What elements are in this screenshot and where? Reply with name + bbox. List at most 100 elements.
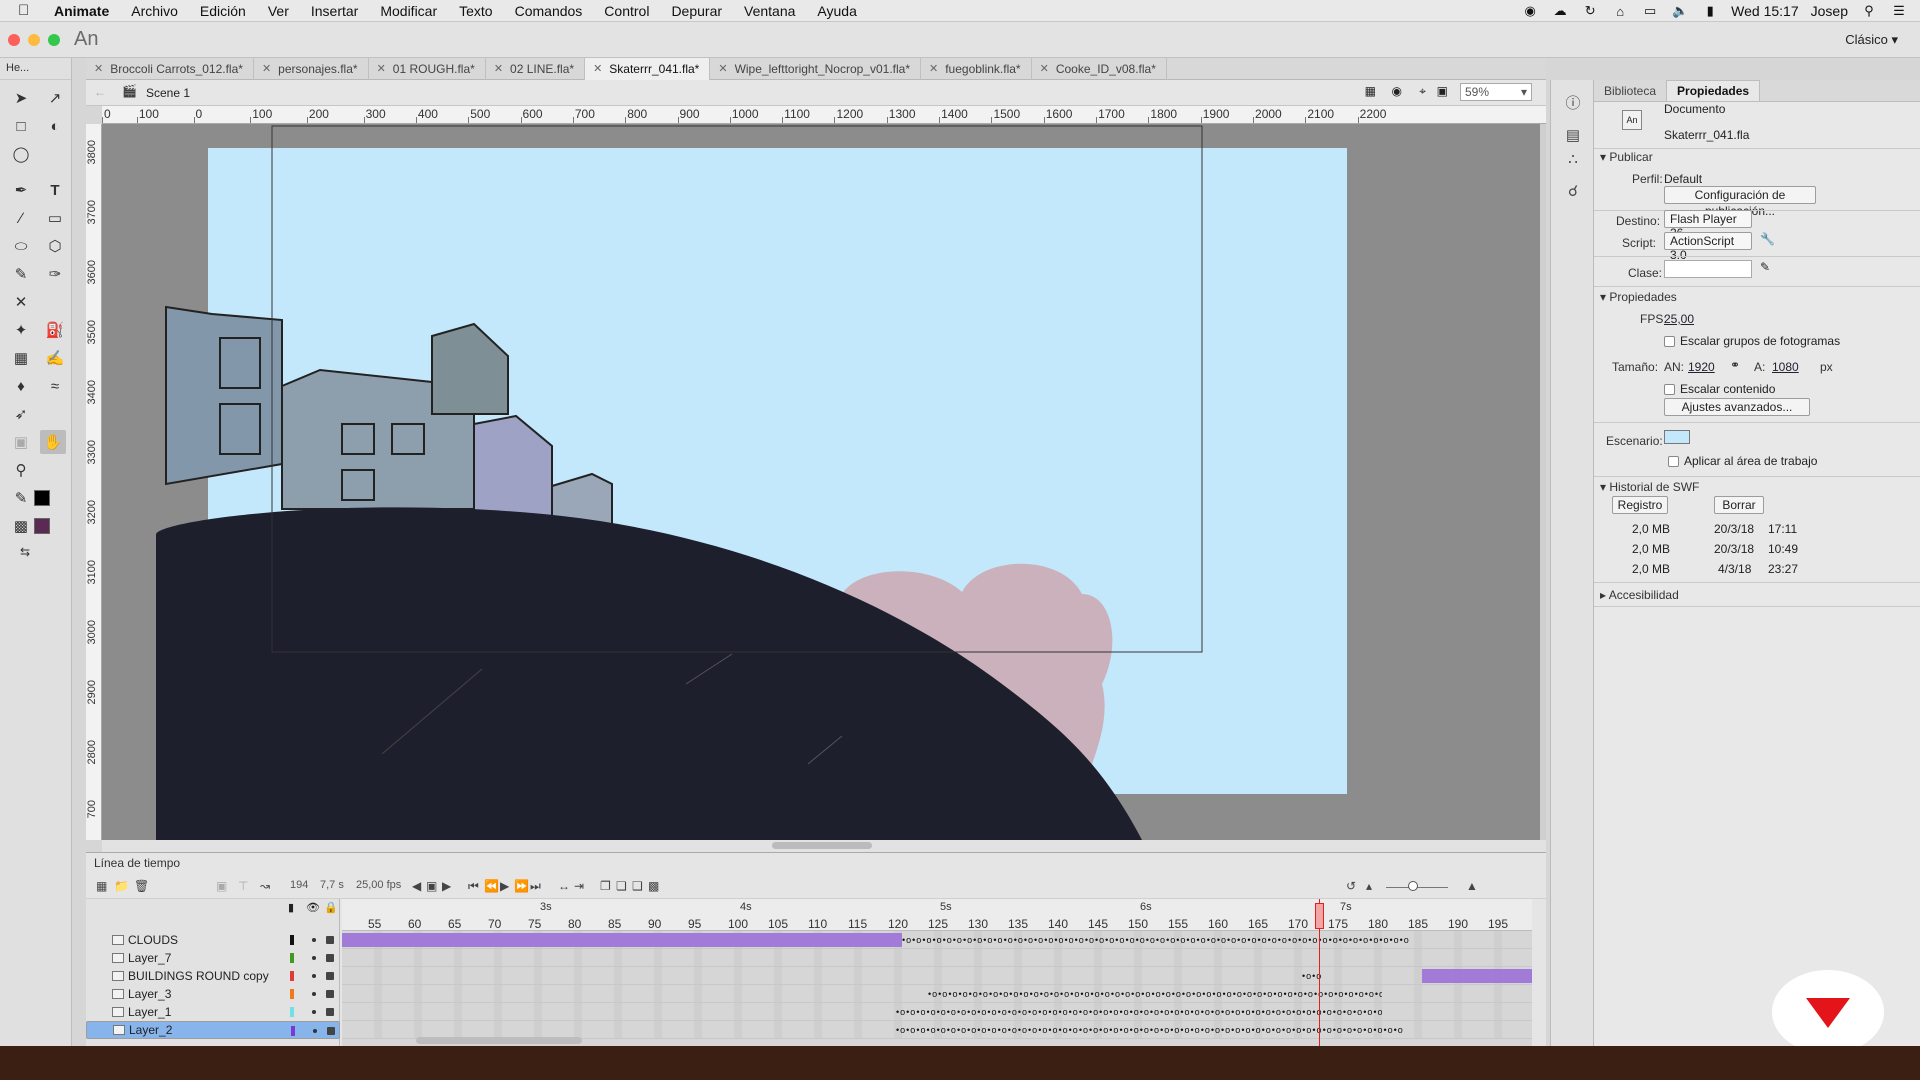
zoom-tool-icon[interactable]: ⚲ bbox=[8, 458, 34, 482]
volume-icon[interactable]: 🔈 bbox=[1671, 3, 1689, 18]
brush-tool-icon[interactable]: ✑ bbox=[42, 262, 68, 286]
fill-color-swatch[interactable] bbox=[34, 518, 50, 534]
back-arrow-icon[interactable]: ← bbox=[94, 85, 106, 99]
next-keyframe-icon[interactable]: ▶ bbox=[442, 879, 451, 893]
tab-properties[interactable]: Propiedades bbox=[1666, 80, 1761, 101]
tween-span[interactable] bbox=[342, 933, 902, 947]
oval-tool-icon[interactable]: ⬭ bbox=[8, 234, 34, 258]
frame-row[interactable]: •o•o•o•o•o•o•o•o•o•o•o•o•o•o•o•o•o•o•o•o… bbox=[342, 985, 1532, 1003]
close-tab-icon[interactable]: ✕ bbox=[94, 62, 103, 75]
visibility-dot[interactable] bbox=[312, 974, 316, 978]
modify-markers-icon[interactable]: ▩ bbox=[648, 879, 659, 893]
lock-icon[interactable] bbox=[326, 990, 334, 998]
cc-libraries-icon[interactable]: ☌ bbox=[1564, 182, 1582, 200]
menu-archivo[interactable]: Archivo bbox=[131, 3, 178, 19]
menu-modificar[interactable]: Modificar bbox=[380, 3, 437, 19]
3d-rotation-tool-icon[interactable]: ◐ bbox=[42, 114, 68, 138]
camera-tool-icon[interactable]: ▣ bbox=[8, 430, 34, 454]
lock-icon[interactable] bbox=[326, 1008, 334, 1016]
wifi-icon[interactable]: ⌂ bbox=[1611, 4, 1629, 19]
layer-name[interactable]: Layer_7 bbox=[128, 951, 171, 965]
close-tab-icon[interactable]: ✕ bbox=[494, 62, 503, 75]
doc-tab[interactable]: ✕ 02 LINE.fla* bbox=[486, 57, 586, 80]
creative-cloud-icon[interactable]: ☁ bbox=[1551, 3, 1569, 18]
motion-presets-icon[interactable]: ∴ bbox=[1564, 150, 1582, 168]
keyframes[interactable]: •o•o•o•o•o•o•o•o•o•o•o•o•o•o•o•o•o•o•o•o… bbox=[902, 936, 1532, 944]
pencil-tool-icon[interactable]: ✎ bbox=[8, 262, 34, 286]
eyedropper-tool-icon[interactable]: ✍ bbox=[42, 346, 68, 370]
keyframes[interactable]: •o•o•o•o•o•o•o•o•o•o•o•o•o•o•o•o•o•o•o•o… bbox=[896, 1026, 1452, 1034]
lasso-tool-icon[interactable]: ◯ bbox=[8, 142, 34, 166]
paint-bucket-tool-icon[interactable]: ⛽ bbox=[42, 318, 68, 342]
visibility-dot[interactable] bbox=[312, 956, 316, 960]
step-forward-icon[interactable]: ⏩ bbox=[514, 879, 529, 893]
polystar-tool-icon[interactable]: ⬡ bbox=[42, 234, 68, 258]
close-tab-icon[interactable]: ✕ bbox=[377, 62, 386, 75]
publish-settings-button[interactable]: Configuración de publicación... bbox=[1664, 186, 1816, 218]
step-back-icon[interactable]: ⏪ bbox=[484, 879, 499, 893]
apple-icon[interactable]:  bbox=[18, 2, 40, 19]
current-frame[interactable]: 194 bbox=[290, 879, 308, 891]
doc-tab-active[interactable]: ✕ Skaterrr_041.fla* bbox=[585, 57, 711, 80]
paint-brush-tool-icon[interactable]: ✕ bbox=[8, 290, 34, 314]
layer-row[interactable]: BUILDINGS ROUND copy bbox=[86, 967, 340, 985]
record-icon[interactable]: ◉ bbox=[1521, 3, 1539, 18]
pen-tool-icon[interactable]: ✒ bbox=[8, 178, 34, 202]
timeline-scrollbar[interactable] bbox=[416, 1037, 582, 1044]
layer-color-swatch[interactable] bbox=[290, 1007, 294, 1017]
delete-layer-icon[interactable]: 🗑 bbox=[134, 879, 149, 893]
link-icon[interactable]: ⚭ bbox=[1730, 358, 1740, 372]
frame-row[interactable]: •o•o•o•o•o•o•o•o•o•o•o•o•o•o•o•o•o•o•o•o… bbox=[342, 1003, 1532, 1021]
user-name[interactable]: Josep bbox=[1811, 3, 1848, 19]
scale-frames-checkbox[interactable] bbox=[1664, 336, 1675, 347]
keyframes[interactable]: •o•o•o•o•o•o•o•o•o•o•o•o•o•o•o•o•o•o•o•o… bbox=[928, 990, 1382, 998]
sync-icon[interactable]: ↻ bbox=[1581, 3, 1599, 18]
pasteboard[interactable] bbox=[102, 124, 1546, 840]
stroke-color-icon[interactable]: ✎ bbox=[8, 486, 34, 510]
menu-app[interactable]: Animate bbox=[54, 3, 109, 19]
align-icon[interactable]: ▤ bbox=[1564, 126, 1582, 144]
stage-horizontal-scrollbar[interactable] bbox=[102, 840, 1546, 852]
close-tab-icon[interactable]: ✕ bbox=[718, 62, 727, 75]
timeline-zoom-handle[interactable] bbox=[1408, 881, 1418, 891]
doc-tab[interactable]: ✕ Wipe_lefttoright_Nocrop_v01.fla* bbox=[710, 57, 921, 80]
publish-section[interactable]: ▾ Publicar bbox=[1600, 150, 1653, 164]
frame-rate[interactable]: 25,00 fps bbox=[356, 879, 401, 891]
doc-tab[interactable]: ✕ Cooke_ID_v08.fla* bbox=[1032, 57, 1167, 80]
stage-color-swatch[interactable] bbox=[1664, 430, 1690, 444]
script-select[interactable]: ActionScript 3.0 bbox=[1664, 232, 1752, 262]
layer-row[interactable]: Layer_3 bbox=[86, 985, 340, 1003]
log-button[interactable]: Registro bbox=[1612, 496, 1668, 514]
play-icon[interactable]: ▶ bbox=[500, 879, 509, 893]
width-value[interactable]: 1920 bbox=[1688, 360, 1715, 374]
battery-icon[interactable]: ▮ bbox=[1701, 3, 1719, 18]
doc-tab[interactable]: ✕ 01 ROUGH.fla* bbox=[369, 57, 486, 80]
visibility-dot[interactable] bbox=[312, 1010, 316, 1014]
layer-name[interactable]: Layer_1 bbox=[128, 1005, 171, 1019]
apply-work-area-checkbox[interactable] bbox=[1668, 456, 1679, 467]
layer-row[interactable]: CLOUDS bbox=[86, 931, 340, 949]
lock-icon[interactable] bbox=[326, 936, 334, 944]
playhead-handle[interactable] bbox=[1315, 903, 1324, 929]
frame-row[interactable] bbox=[342, 949, 1532, 967]
go-to-first-frame-icon[interactable]: ⏮ bbox=[468, 879, 479, 894]
menu-comandos[interactable]: Comandos bbox=[515, 3, 583, 19]
zoom-window-button[interactable] bbox=[48, 34, 60, 46]
close-tab-icon[interactable]: ✕ bbox=[593, 62, 602, 75]
class-input[interactable] bbox=[1664, 260, 1752, 278]
center-frame-icon[interactable]: ⇥ bbox=[574, 879, 584, 893]
snap-icon[interactable]: ⌖ bbox=[1419, 84, 1426, 99]
wrench-icon[interactable]: 🔧 bbox=[1760, 232, 1775, 246]
doc-tab[interactable]: ✕ personajes.fla* bbox=[254, 57, 369, 80]
camera-layer-icon[interactable]: ▣ bbox=[216, 879, 227, 893]
playhead[interactable] bbox=[1315, 899, 1324, 1047]
layer-row[interactable]: Layer_2 bbox=[86, 1021, 340, 1039]
rectangle-tool-icon[interactable]: ▭ bbox=[42, 206, 68, 230]
keyframes[interactable]: •o•o•o•o•o•o•o•o•o•o•o•o•o•o•o•o•o•o•o•o… bbox=[896, 1008, 1382, 1016]
layer-color-swatch[interactable] bbox=[290, 953, 294, 963]
layer-name[interactable]: Layer_2 bbox=[129, 1023, 172, 1037]
menu-ayuda[interactable]: Ayuda bbox=[817, 3, 856, 19]
layer-name[interactable]: CLOUDS bbox=[128, 933, 178, 947]
onion-skin-icon[interactable]: ❐ bbox=[600, 879, 611, 893]
fps-value[interactable]: 25,00 bbox=[1664, 312, 1694, 326]
